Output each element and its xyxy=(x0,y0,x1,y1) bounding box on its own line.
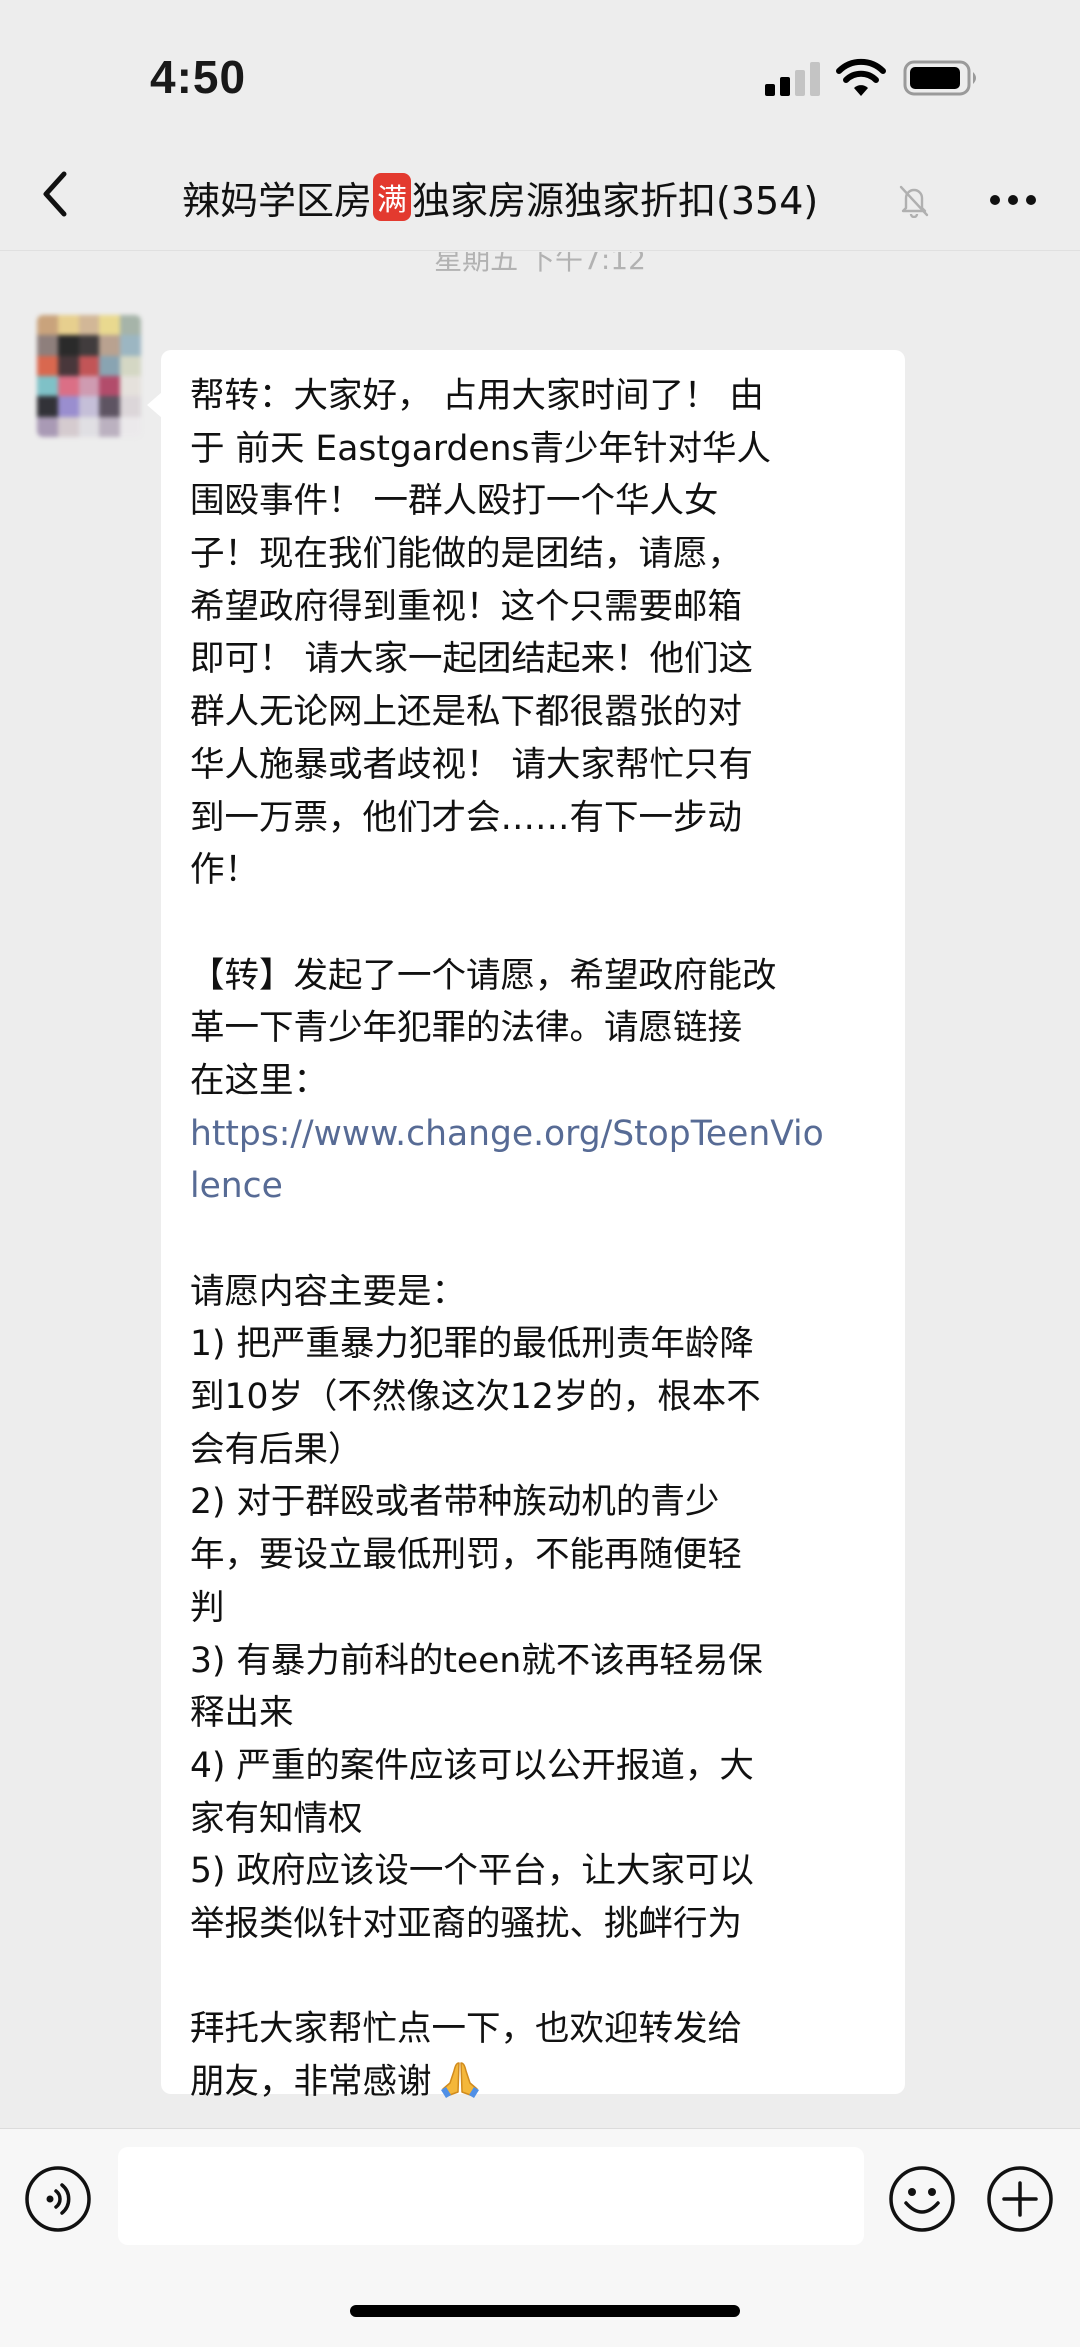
praying-hands-icon xyxy=(440,2062,479,2098)
wifi-icon xyxy=(836,58,886,96)
full-badge: 满 xyxy=(373,173,412,221)
home-indicator[interactable] xyxy=(350,2305,740,2317)
message-line: 2) 对于群殴或者带种族动机的青少 xyxy=(190,1482,720,1523)
message-line: 【转】发起了一个请愿，希望政府能改 xyxy=(190,955,777,996)
message-line: 拜托大家帮忙点一下，也欢迎转发给 xyxy=(190,2009,742,2050)
message-line: 3) 有暴力前科的teen就不该再轻易保 xyxy=(190,1640,763,1681)
message-line: 家有知情权 xyxy=(190,1798,363,1839)
message-line: 4) 严重的案件应该可以公开报道，大 xyxy=(190,1745,754,1786)
message-line: 到一万票，他们才会……有下一步动 xyxy=(190,797,742,838)
message-line: 判 xyxy=(190,1587,225,1628)
plus-circle-icon[interactable] xyxy=(986,2165,1054,2233)
message-line: 举报类似针对亚裔的骚扰、挑衅行为 xyxy=(190,1903,742,1944)
message-line: 请愿内容主要是： xyxy=(190,1271,466,1312)
status-bar: 4:50 xyxy=(0,0,1080,150)
message-line: 子！现在我们能做的是团结，请愿， xyxy=(190,534,742,575)
message-line: 年，要设立最低刑罚，不能再随便轻 xyxy=(190,1535,742,1576)
chat-title-prefix: 辣妈学区房 xyxy=(182,179,373,223)
cellular-signal-icon xyxy=(765,62,820,96)
message-line: 1) 把严重暴力犯罪的最低刑责年龄降 xyxy=(190,1324,754,1365)
message-line: 作！ xyxy=(190,850,259,891)
message-line: 于 前天 Eastgardens青少年针对华人 xyxy=(190,428,771,469)
chat-title: 辣妈学区房满独家房源独家折扣(354) xyxy=(182,170,818,225)
message-line: 5) 政府应该设一个平台，让大家可以 xyxy=(190,1851,754,1892)
message-line: 在这里： xyxy=(190,1060,328,1101)
message-line: 革一下青少年犯罪的法律。请愿链接 xyxy=(190,1008,742,1049)
battery-icon xyxy=(903,60,976,96)
smiley-icon[interactable] xyxy=(888,2165,956,2233)
message-line: 释出来 xyxy=(190,1693,294,1734)
message-line: 希望政府得到重视！这个只需要邮箱 xyxy=(190,586,742,627)
voice-icon[interactable] xyxy=(24,2165,92,2233)
chevron-left-icon[interactable] xyxy=(30,164,80,224)
status-time: 4:50 xyxy=(150,51,247,103)
chat-title-suffix: 独家房源独家折扣(354) xyxy=(412,179,819,223)
message-line-last: 朋友，非常感谢 xyxy=(190,2056,883,2109)
sender-avatar[interactable] xyxy=(37,315,141,437)
message-line: 即可！ 请大家一起团结起来！他们这 xyxy=(190,639,753,680)
message-bubble[interactable]: 帮转：大家好， 占用大家时间了！ 由 于 前天 Eastgardens青少年针对… xyxy=(147,350,905,2102)
petition-link[interactable]: lence xyxy=(190,1160,883,1213)
message-line: 帮转：大家好， 占用大家时间了！ 由 xyxy=(190,376,764,416)
bell-off-icon xyxy=(899,185,929,218)
more-dots-icon[interactable] xyxy=(988,192,1038,208)
message-line: 群人无论网上还是私下都很嚣张的对 xyxy=(190,692,742,733)
chat-header: 辣妈学区房满独家房源独家折扣(354) xyxy=(0,150,1080,251)
message-line: 华人施暴或者歧视！ 请大家帮忙只有 xyxy=(190,744,753,785)
message-line: 围殴事件！ 一群人殴打一个华人女 xyxy=(190,481,719,522)
message-line: 到10岁（不然像这次12岁的，根本不 xyxy=(190,1377,761,1418)
message-input[interactable] xyxy=(118,2147,864,2245)
message-line: 会有后果） xyxy=(190,1429,363,1470)
petition-link[interactable]: https://www.change.org/StopTeenVio xyxy=(190,1108,883,1161)
message-line-text: 朋友，非常感谢 xyxy=(190,2062,432,2102)
